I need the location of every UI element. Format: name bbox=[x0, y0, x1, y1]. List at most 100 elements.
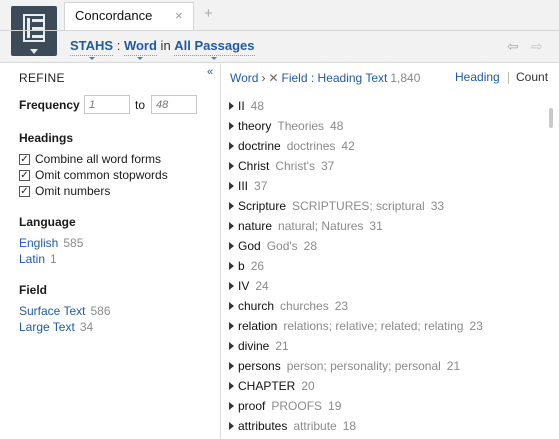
sort-by-heading-link[interactable]: Heading bbox=[455, 70, 500, 84]
frequency-to-label: to bbox=[135, 98, 146, 112]
word-forms: attribute bbox=[293, 419, 337, 433]
heading-count: 28 bbox=[303, 239, 318, 253]
heading-word: III bbox=[238, 179, 249, 193]
breadcrumb-field[interactable]: Field : Heading Text bbox=[282, 71, 388, 85]
word-forms: Christ's bbox=[275, 159, 315, 173]
list-item[interactable]: church churches 23 bbox=[229, 296, 547, 316]
expand-triangle-icon[interactable] bbox=[229, 402, 234, 410]
expand-triangle-icon[interactable] bbox=[229, 382, 234, 390]
list-item[interactable]: attributes attribute 18 bbox=[229, 416, 547, 436]
expand-triangle-icon[interactable] bbox=[229, 102, 234, 110]
heading-word: doctrine bbox=[238, 139, 281, 153]
list-item[interactable]: relation relations; relative; related; re… bbox=[229, 316, 547, 336]
heading-count: 19 bbox=[328, 399, 342, 413]
expand-triangle-icon[interactable] bbox=[229, 202, 234, 210]
back-arrow-icon[interactable]: ⇦ bbox=[507, 38, 519, 55]
heading-count: 23 bbox=[334, 299, 349, 313]
heading-count: 37 bbox=[320, 159, 335, 173]
frequency-min-input[interactable] bbox=[84, 95, 130, 114]
type-selector[interactable]: Word bbox=[123, 38, 157, 60]
language-latin[interactable]: Latin 1 bbox=[19, 252, 57, 266]
breadcrumb-word[interactable]: Word bbox=[230, 71, 258, 85]
heading-count: 42 bbox=[341, 139, 355, 153]
field-surface-text[interactable]: Surface Text 586 bbox=[19, 304, 111, 318]
expand-triangle-icon[interactable] bbox=[229, 222, 234, 230]
heading-count: 18 bbox=[342, 419, 357, 433]
heading-word: IV bbox=[238, 279, 250, 293]
word-forms: relations; relative; related; relating bbox=[283, 319, 464, 333]
word-forms: Theories bbox=[277, 119, 325, 133]
list-item[interactable]: Christ Christ's 37 bbox=[229, 156, 547, 176]
tab-concordance[interactable]: Concordance × bbox=[64, 2, 194, 30]
expand-triangle-icon[interactable] bbox=[229, 122, 234, 130]
expand-triangle-icon[interactable] bbox=[229, 242, 234, 250]
expand-triangle-icon[interactable] bbox=[229, 262, 234, 270]
concordance-results: Word › ✕ Field : Heading Text 1,840 Heading … bbox=[222, 64, 559, 439]
close-icon[interactable]: × bbox=[175, 8, 183, 23]
heading-word: b bbox=[238, 259, 245, 273]
expand-triangle-icon[interactable] bbox=[229, 282, 234, 290]
word-forms: natural; Natures bbox=[278, 219, 364, 233]
word-forms: SCRIPTURES; scriptural bbox=[292, 199, 425, 213]
field-large-text[interactable]: Large Text 34 bbox=[19, 320, 93, 334]
list-item[interactable]: II 48 bbox=[229, 96, 547, 116]
language-english[interactable]: English 585 bbox=[19, 236, 83, 250]
list-item[interactable]: divine 21 bbox=[229, 336, 547, 356]
heading-count: 24 bbox=[255, 279, 269, 293]
heading-count: 23 bbox=[469, 319, 483, 333]
add-tab-icon[interactable]: + bbox=[204, 5, 213, 22]
collapse-icon[interactable]: « bbox=[207, 66, 213, 78]
expand-triangle-icon[interactable] bbox=[229, 182, 234, 190]
combine-forms-checkbox[interactable]: ✓ Combine all word forms bbox=[19, 152, 161, 166]
sort-by-count-link[interactable]: Count bbox=[516, 70, 548, 84]
list-item[interactable]: IV 24 bbox=[229, 276, 547, 296]
word-forms: person; personality; personal bbox=[286, 359, 441, 373]
refine-title: REFINE bbox=[19, 71, 65, 85]
expand-triangle-icon[interactable] bbox=[229, 142, 234, 150]
list-item[interactable]: proof PROOFS 19 bbox=[229, 396, 547, 416]
heading-count: 37 bbox=[254, 179, 268, 193]
list-item[interactable]: CHAPTER 20 bbox=[229, 376, 547, 396]
heading-word: persons bbox=[238, 359, 281, 373]
list-item[interactable]: Scripture SCRIPTURES; scriptural 33 bbox=[229, 196, 547, 216]
reference-box[interactable]: STAHS : Word in All Passages bbox=[70, 38, 255, 60]
checkbox-checked-icon: ✓ bbox=[19, 185, 30, 197]
list-item[interactable]: doctrine doctrines 42 bbox=[229, 136, 547, 156]
list-item[interactable]: theory Theories 48 bbox=[229, 116, 547, 136]
expand-triangle-icon[interactable] bbox=[229, 162, 234, 170]
list-item[interactable]: God God's 28 bbox=[229, 236, 547, 256]
range-selector[interactable]: All Passages bbox=[174, 38, 255, 60]
expand-triangle-icon[interactable] bbox=[229, 422, 234, 430]
heading-count: 48 bbox=[250, 99, 265, 113]
breadcrumb: Word › ✕ Field : Heading Text 1,840 bbox=[230, 71, 420, 85]
heading-word: II bbox=[238, 99, 245, 113]
expand-triangle-icon[interactable] bbox=[229, 322, 234, 330]
word-forms: God's bbox=[266, 239, 298, 253]
list-item[interactable]: persons person; personality; personal 21 bbox=[229, 356, 547, 376]
list-item[interactable]: b 26 bbox=[229, 256, 547, 276]
list-item[interactable]: III 37 bbox=[229, 176, 547, 196]
resource-selector[interactable]: STAHS bbox=[70, 38, 114, 60]
heading-count: 26 bbox=[250, 259, 265, 273]
frequency-max-input[interactable] bbox=[151, 95, 197, 114]
heading-count: 20 bbox=[301, 379, 315, 393]
expand-triangle-icon[interactable] bbox=[229, 342, 234, 350]
chevron-down-icon bbox=[30, 49, 38, 54]
heading-word: Scripture bbox=[238, 199, 287, 213]
heading-count: 31 bbox=[369, 219, 383, 233]
concordance-app-icon[interactable] bbox=[11, 6, 57, 56]
toolbar: Concordance × + STAHS : Word in All Pass… bbox=[0, 0, 559, 63]
heading-list: II 48 theory Theories 48 doctrine doctrines 42 C… bbox=[229, 96, 547, 436]
omit-numbers-checkbox[interactable]: ✓ Omit numbers bbox=[19, 184, 110, 198]
forward-arrow-icon[interactable]: ⇨ bbox=[531, 38, 543, 55]
scrollbar-thumb[interactable] bbox=[549, 108, 553, 128]
remove-filter-icon[interactable]: ✕ bbox=[268, 71, 278, 85]
omit-stopwords-checkbox[interactable]: ✓ Omit common stopwords bbox=[19, 168, 168, 182]
language-label: Language bbox=[19, 215, 76, 229]
heading-word: God bbox=[238, 239, 261, 253]
result-count: 1,840 bbox=[390, 71, 421, 85]
expand-triangle-icon[interactable] bbox=[229, 302, 234, 310]
checkbox-checked-icon: ✓ bbox=[19, 169, 30, 181]
expand-triangle-icon[interactable] bbox=[229, 362, 234, 370]
list-item[interactable]: nature natural; Natures 31 bbox=[229, 216, 547, 236]
